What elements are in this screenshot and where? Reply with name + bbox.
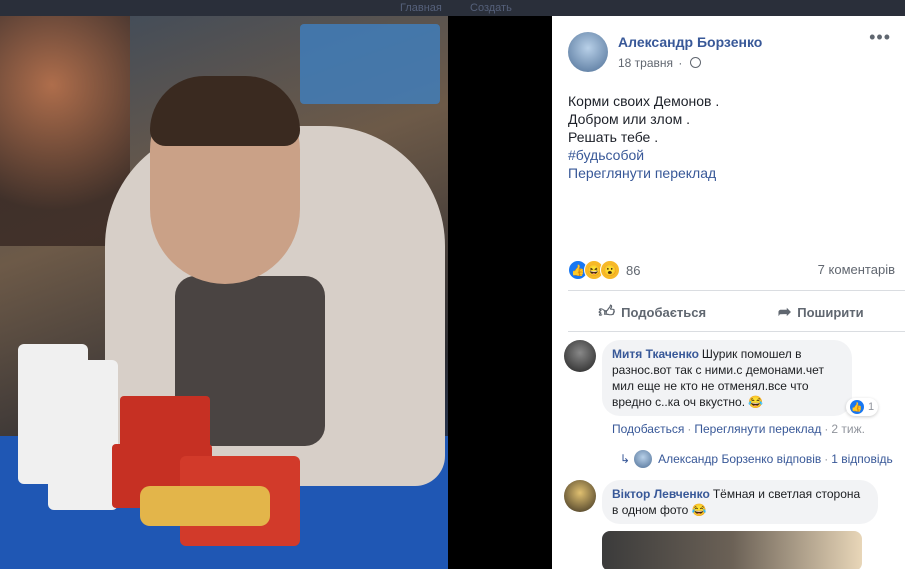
comment-like-badge[interactable]: 👍 1 — [846, 398, 879, 416]
author-name[interactable]: Александр Борзенко — [618, 34, 762, 50]
reactions-summary[interactable]: 👍 😆 😮 86 — [568, 260, 640, 280]
comment-like-count: 1 — [868, 401, 875, 413]
like-button[interactable]: 👍︎ Подобається — [568, 292, 737, 332]
comment-time[interactable]: 2 тиж. — [831, 422, 865, 436]
post-line: Добром или злом . — [568, 111, 691, 127]
reply-verb: відповів — [776, 452, 822, 466]
post-photo[interactable] — [0, 16, 448, 569]
commenter-avatar[interactable] — [564, 340, 596, 372]
comment-photo[interactable] — [602, 531, 862, 569]
top-bar-item[interactable]: Главная — [400, 2, 442, 14]
commenter-name[interactable]: Митя Ткаченко — [612, 347, 699, 361]
author-avatar[interactable] — [568, 32, 608, 72]
post-panel: Александр Борзенко 18 травня · ••• Корми… — [552, 16, 905, 569]
post-meta: 18 травня · — [618, 56, 701, 70]
reaction-count: 86 — [626, 262, 641, 278]
hashtag-link[interactable]: #будьсобой — [568, 146, 888, 164]
top-bar-item[interactable]: Создать — [470, 2, 512, 14]
comment-like-link[interactable]: Подобається — [612, 422, 684, 436]
post-text: Корми своих Демонов . Добром или злом . … — [568, 92, 888, 182]
comment-bubble: Митя Ткаченко Шурик помошел в разнос.вот … — [602, 340, 852, 416]
comments-count[interactable]: 7 коментарів — [818, 262, 895, 277]
commenter-avatar[interactable] — [564, 480, 596, 512]
reply-count: 1 відповідь — [831, 452, 893, 466]
person-hair — [150, 76, 300, 146]
post-actions: 👍︎ Подобається ➦ Поширити — [568, 292, 905, 332]
divider — [568, 331, 905, 332]
share-button-label: Поширити — [797, 304, 864, 320]
post-line: Решать тебе . — [568, 129, 659, 145]
comment-actions: Подобається · Переглянути переклад · 2 тиж. — [612, 422, 865, 436]
reply-avatar — [634, 450, 653, 468]
background-screen — [300, 24, 440, 104]
divider — [568, 290, 905, 291]
globe-icon — [689, 57, 701, 68]
comment-emoji: 😂 — [691, 503, 707, 517]
fries — [140, 486, 270, 526]
post-date[interactable]: 18 травня — [618, 56, 673, 70]
share-icon: ➦ — [777, 304, 792, 321]
drink-cup — [48, 360, 118, 510]
thumb-up-icon: 👍︎ — [598, 303, 616, 321]
post-line: Корми своих Демонов . — [568, 93, 720, 109]
share-button[interactable]: ➦ Поширити — [737, 292, 905, 332]
more-icon[interactable]: ••• — [869, 28, 891, 46]
reply-author: Александр Борзенко — [658, 452, 774, 466]
translate-link[interactable]: Переглянути переклад — [568, 164, 888, 182]
commenter-name[interactable]: Віктор Левченко — [612, 487, 710, 501]
top-bar: Главная Создать — [0, 0, 905, 16]
comment-emoji: 😂 — [748, 395, 764, 409]
like-reaction-icon: 👍 — [850, 400, 864, 414]
wow-reaction-icon: 😮 — [600, 260, 620, 280]
like-button-label: Подобається — [621, 304, 707, 320]
comment-bubble: Віктор Левченко Тёмная и светлая сторона … — [602, 480, 878, 524]
reply-summary[interactable]: ↳ Александр Борзенко відповів · 1 відпов… — [620, 450, 893, 468]
comment-translate-link[interactable]: Переглянути переклад — [694, 422, 821, 436]
reply-arrow-icon: ↳ — [620, 452, 631, 466]
